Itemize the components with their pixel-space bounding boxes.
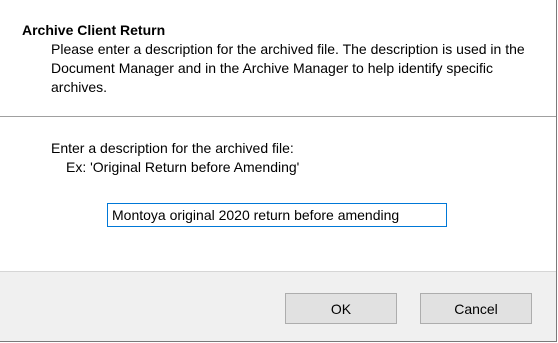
description-prompt-label: Enter a description for the archived fil…: [51, 140, 294, 156]
archive-description-input[interactable]: [107, 203, 447, 227]
dialog-description: Please enter a description for the archi…: [51, 41, 525, 95]
ok-button[interactable]: OK: [285, 293, 397, 324]
archive-client-return-dialog: Archive Client Return Please enter a des…: [0, 0, 557, 342]
description-example-label: Ex: 'Original Return before Amending': [66, 159, 300, 175]
dialog-title: Archive Client Return: [22, 22, 166, 38]
cancel-button[interactable]: Cancel: [420, 293, 532, 324]
